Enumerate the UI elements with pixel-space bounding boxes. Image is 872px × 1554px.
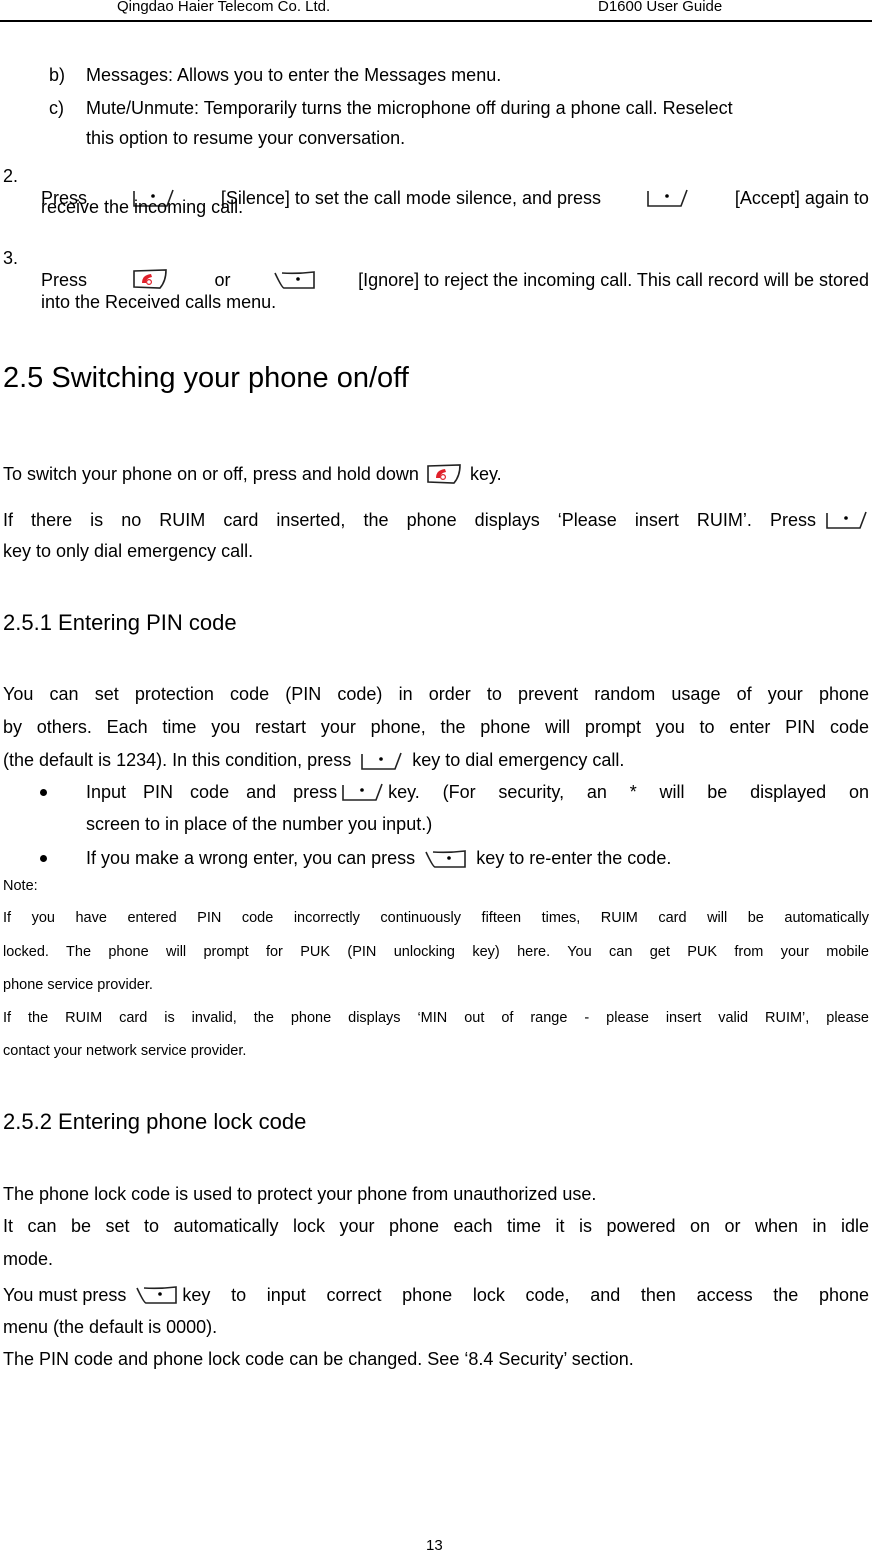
paragraph: The PIN code and phone lock code can be …	[3, 1349, 634, 1369]
subsection-title: 2.5.2 Entering phone lock code	[3, 1109, 307, 1134]
list-text: Mute/Unmute: Temporarily turns the micro…	[86, 98, 733, 118]
text: [Ignore] to reject the incoming call. Th…	[358, 270, 869, 290]
end-key-icon	[422, 464, 467, 486]
left-soft-key-icon	[824, 509, 869, 531]
text: Input PIN code and press	[86, 782, 338, 802]
paragraph: If there is no RUIM card inserted, the p…	[3, 509, 869, 531]
bullet-item: If you make a wrong enter, you can press…	[86, 847, 671, 870]
step-number: 2.	[3, 166, 19, 186]
paragraph: The phone lock code is used to protect y…	[3, 1184, 597, 1204]
step-2: 2. Press [Silence] to set the call mode …	[3, 165, 869, 208]
list-marker: c)	[49, 98, 64, 118]
text: [Accept] again to	[734, 188, 869, 208]
paragraph: menu (the default is 0000).	[3, 1317, 218, 1337]
text: To switch your phone on or off, press an…	[3, 464, 419, 484]
list-item-c: c) Mute/Unmute: Temporarily turns the mic…	[49, 97, 733, 119]
bullet-item: Input PIN code and press key. (For secur…	[86, 781, 869, 803]
paragraph: mode.	[3, 1249, 54, 1269]
right-soft-key-icon	[272, 269, 317, 291]
text: key.	[469, 464, 502, 484]
page-header: Qingdao Haier Telecom Co. Ltd. D1600 Use…	[0, 0, 872, 22]
section-title: 2.5 Switching your phone on/off	[3, 362, 409, 394]
subsection-title: 2.5.1 Entering PIN code	[3, 610, 237, 635]
right-soft-key-icon	[134, 1284, 179, 1306]
text: key to only dial emergency call.	[3, 541, 254, 561]
note-text: phone service provider.	[3, 977, 153, 993]
list-marker: b)	[49, 65, 66, 85]
step-2-cont: receive the incoming call.	[41, 197, 244, 217]
list-item-b: b) Messages: Allows you to enter the Mess…	[49, 64, 501, 86]
left-soft-key-icon	[359, 750, 404, 772]
text: (the default is 1234). In this condition…	[3, 750, 352, 770]
step-3: 3. Press or [Ignore] to reject the incom…	[3, 247, 869, 290]
text: key to input correct phone lock code, an…	[182, 1285, 869, 1305]
step-number: 3.	[3, 248, 19, 268]
header-company: Qingdao Haier Telecom Co. Ltd.	[117, 0, 331, 15]
paragraph: You must press key to input correct phon…	[3, 1284, 869, 1306]
text: If you make a wrong enter, you can press	[86, 848, 416, 868]
paragraph: To switch your phone on or off, press an…	[3, 463, 502, 486]
text: [Silence] to set the call mode silence, …	[220, 188, 602, 208]
right-soft-key-icon	[423, 848, 468, 870]
text: key to dial emergency call.	[412, 750, 625, 770]
note-text: locked. The phone will prompt for PUK (P…	[3, 944, 869, 960]
end-key-icon	[128, 269, 173, 291]
list-text: Messages: Allows you to enter the Messag…	[86, 65, 502, 85]
text: screen to in place of the number you inp…	[86, 814, 433, 834]
note-text: If you have entered PIN code incorrectly…	[3, 910, 869, 926]
paragraph: (the default is 1234). In this condition…	[3, 749, 624, 772]
note-text: contact your network service provider.	[3, 1043, 247, 1059]
list-text-cont: this option to resume your conversation.	[86, 128, 406, 148]
paragraph: by others. Each time you restart your ph…	[3, 717, 869, 737]
left-soft-key-icon	[645, 187, 690, 209]
note-text: If the RUIM card is invalid, the phone d…	[3, 1010, 869, 1026]
header-doc-title: D1600 User Guide	[598, 0, 723, 15]
paragraph: You can set protection code (PIN code) i…	[3, 684, 869, 704]
text: key to re-enter the code.	[476, 848, 672, 868]
text: Press	[41, 270, 88, 290]
page-number: 13	[426, 1537, 443, 1554]
text: key. (For security, an * will be display…	[388, 782, 869, 802]
text: You must press	[3, 1285, 127, 1305]
paragraph: It can be set to automatically lock your…	[3, 1216, 869, 1236]
text: or	[214, 270, 231, 290]
bullet-icon	[40, 855, 47, 862]
step-3-cont: into the Received calls menu.	[41, 292, 277, 312]
bullet-icon	[40, 789, 47, 796]
left-soft-key-icon	[340, 781, 385, 803]
text: If there is no RUIM card inserted, the p…	[3, 510, 816, 530]
note-label: Note:	[3, 878, 38, 894]
